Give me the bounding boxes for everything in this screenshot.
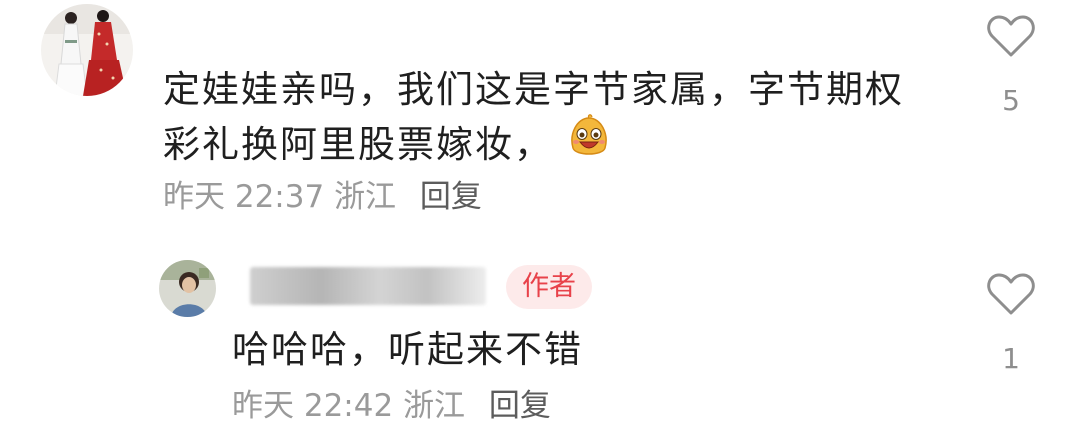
like-count: 5 [1002,84,1020,117]
heart-icon [987,15,1035,57]
reply-text: 哈哈哈，听起来不错 [232,328,583,371]
comment-location: 浙江 [334,179,397,215]
reply-reply-button[interactable]: 回复 [489,388,551,424]
reply-meta: 昨天 22:42 浙江 回复 [232,386,551,426]
reply-username-redacted [250,267,486,305]
comment-thread: 定娃娃亲吗，我们这是字节家属，字节期权彩礼换阿里股票嫁妆， 昨天 22:37 浙… [0,0,1080,439]
comment-time: 昨天 22:37 [163,179,325,215]
comment-text: 定娃娃亲吗，我们这是字节家属，字节期权彩礼换阿里股票嫁妆， [163,62,923,176]
avatar-photo [41,4,133,96]
reply-time: 昨天 22:42 [232,388,394,424]
comment-body: 定娃娃亲吗，我们这是字节家属，字节期权彩礼换阿里股票嫁妆， [163,68,904,166]
reply-like-count: 1 [1002,342,1020,375]
author-badge: 作者 [506,265,592,309]
heart-icon [987,273,1035,315]
avatar-photo [159,260,216,317]
reply-button[interactable]: 回复 [420,179,482,215]
like-button[interactable]: 5 [985,14,1037,117]
comment-meta: 昨天 22:37 浙江 回复 [163,177,482,217]
grinning-face-emoji-icon [565,114,613,173]
reply-location: 浙江 [403,388,466,424]
reply-like-button[interactable]: 1 [985,272,1037,375]
reply-avatar[interactable] [159,260,216,317]
avatar[interactable] [41,4,133,96]
